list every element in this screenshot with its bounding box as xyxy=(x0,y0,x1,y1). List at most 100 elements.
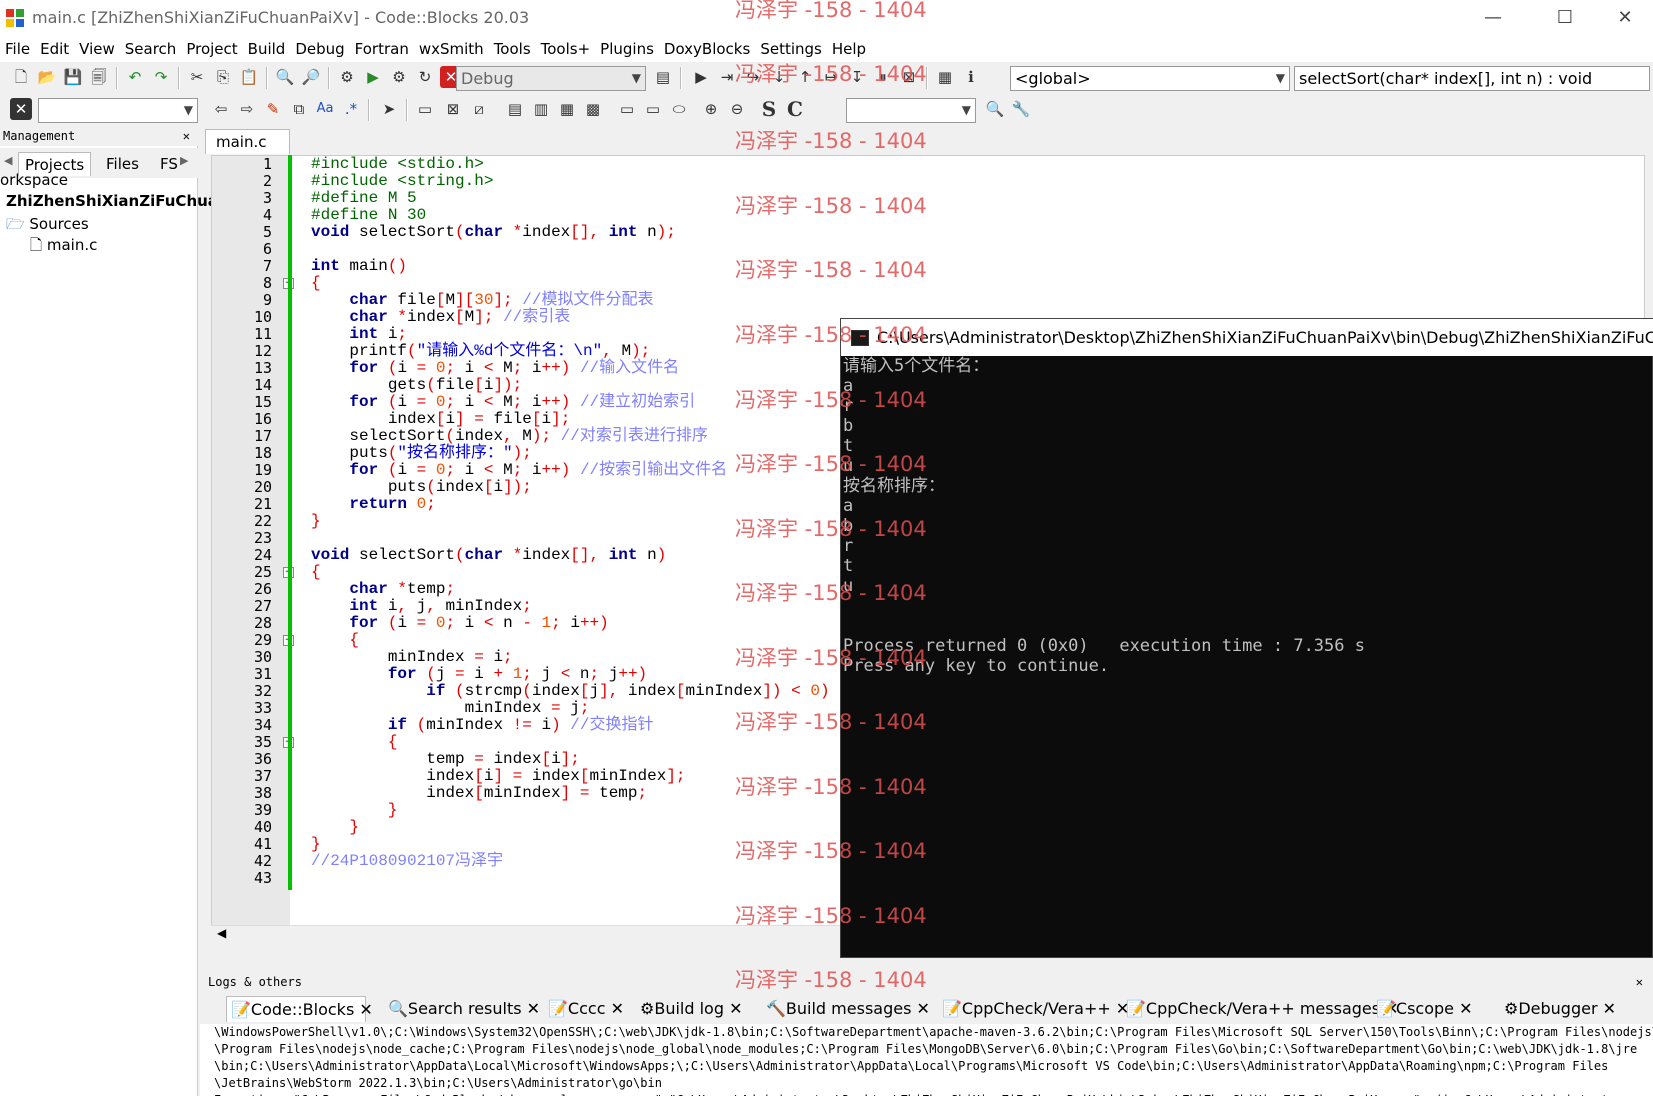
code-line[interactable]: int i, j, minIndex; xyxy=(311,598,531,615)
tab-files[interactable]: Files xyxy=(100,152,145,176)
menu-edit[interactable]: Edit xyxy=(35,36,74,62)
menu-tools[interactable]: Tools xyxy=(489,36,536,62)
undo-icon[interactable]: ↶ xyxy=(124,66,146,88)
close-window-button[interactable]: ✕ xyxy=(1602,0,1648,36)
pointer-icon[interactable]: ➤ xyxy=(378,98,400,120)
build-gear-icon[interactable]: ⚙ xyxy=(336,66,358,88)
build-target-menu-icon[interactable]: ▤ xyxy=(652,66,674,88)
jump-back-icon[interactable]: ⇦ xyxy=(210,98,232,120)
redo-icon[interactable]: ↷ xyxy=(150,66,172,88)
code-line[interactable]: int i; xyxy=(311,326,407,343)
log-tab-debugger[interactable]: ⚙Debugger ✕ xyxy=(1500,996,1616,1022)
open-file-icon[interactable]: 📂 xyxy=(36,66,58,88)
menu-wxsmith[interactable]: wxSmith xyxy=(414,36,489,62)
strukto-c-icon[interactable]: C xyxy=(784,98,806,120)
code-line[interactable]: if (strcmp(index[j], index[minIndex]) < … xyxy=(311,683,829,700)
decision-block-icon[interactable]: ⊠ xyxy=(442,98,464,120)
maximize-button[interactable]: ☐ xyxy=(1542,0,1588,36)
build-and-run-icon[interactable]: ⚙ xyxy=(388,66,410,88)
strukto-s-icon[interactable]: S xyxy=(758,98,780,120)
menu-project[interactable]: Project xyxy=(181,36,242,62)
code-line[interactable]: puts("按名称排序："); xyxy=(311,445,531,462)
menu-plugins[interactable]: Plugins xyxy=(595,36,659,62)
build-target-select[interactable]: Debug ▼ xyxy=(456,66,646,91)
code-line[interactable]: } xyxy=(311,819,359,836)
minimize-button[interactable]: — xyxy=(1470,0,1516,36)
toggle-bookmark-icon[interactable]: ⧉ xyxy=(288,98,310,120)
log-tab-cppcheck-messages[interactable]: 📝CppCheck/Vera++ messages ✕ xyxy=(1122,996,1399,1022)
scope-select[interactable]: <global> ▼ xyxy=(1010,66,1290,91)
match-case-icon[interactable]: Aa xyxy=(314,98,336,120)
search-settings-icon[interactable]: 🔍 xyxy=(984,98,1006,120)
code-line[interactable]: for (i = 0; i < M; i++) //建立初始索引 xyxy=(311,394,695,411)
code-line[interactable]: printf("请输入%d个文件名：\n", M); xyxy=(311,343,650,360)
code-line[interactable]: for (i = 0; i < M; i++) //按索引输出文件名 xyxy=(311,462,727,479)
highlight-icon[interactable]: ✎ xyxy=(262,98,284,120)
code-line[interactable]: index[i] = file[i]; xyxy=(311,411,571,428)
find-icon[interactable]: 🔍 xyxy=(274,66,296,88)
io-block-icon[interactable]: ⧄ xyxy=(468,98,490,120)
code-line[interactable]: //24P1080902107冯泽宇 xyxy=(311,853,503,870)
log-tab-build-log[interactable]: ⚙Build log ✕ xyxy=(636,996,742,1022)
search-combo[interactable]: ▼ xyxy=(38,98,198,123)
code-line[interactable]: index[minIndex] = temp; xyxy=(311,785,647,802)
regex-icon[interactable]: .* xyxy=(340,98,362,120)
zoom-in-icon[interactable]: ⊕ xyxy=(700,98,722,120)
code-line[interactable]: char *temp; xyxy=(311,581,455,598)
scroll-left-icon[interactable]: ◀ xyxy=(217,926,226,940)
code-line[interactable]: } xyxy=(311,802,398,819)
code-line[interactable]: index[i] = index[minIndex]; xyxy=(311,768,685,785)
new-file-icon[interactable]: 🗋 xyxy=(10,66,32,88)
copy-icon[interactable]: ⎘ xyxy=(212,66,234,88)
strukto-combo[interactable]: ▼ xyxy=(846,98,976,123)
replace-icon[interactable]: 🔎 xyxy=(300,66,322,88)
code-line[interactable]: #define M 5 xyxy=(311,190,417,207)
debug-info-icon[interactable]: ℹ xyxy=(960,66,982,88)
code-line[interactable]: { xyxy=(311,564,321,581)
repeat-block-icon[interactable]: ▩ xyxy=(582,98,604,120)
menu-build[interactable]: Build xyxy=(243,36,291,62)
log-tab-cccc[interactable]: 📝Cccc ✕ xyxy=(544,996,624,1022)
code-line[interactable]: for (i = 0; i < M; i++) //输入文件名 xyxy=(311,360,679,377)
debug-windows-icon[interactable]: ▦ xyxy=(934,66,956,88)
log-tab-search-results[interactable]: 🔍Search results ✕ xyxy=(384,996,540,1022)
menu-view[interactable]: View xyxy=(74,36,120,62)
code-line[interactable]: } xyxy=(311,836,321,853)
switch-block-icon[interactable]: ▥ xyxy=(530,98,552,120)
save-all-icon[interactable]: 🗐 xyxy=(88,66,110,88)
tab-scroll-left-icon[interactable]: ◀ xyxy=(4,154,12,167)
code-line[interactable]: char *index[M]; //索引表 xyxy=(311,309,570,326)
code-line[interactable]: { xyxy=(311,734,398,751)
tree-file-main[interactable]: 🗋 main.c xyxy=(30,235,97,260)
code-line[interactable]: for (j = i + 1; j < n; j++) xyxy=(311,666,647,683)
log-tab-cscope[interactable]: 📝Cscope ✕ xyxy=(1372,996,1473,1022)
code-line[interactable]: selectSort(index, M); //对索引表进行排序 xyxy=(311,428,707,445)
case-block-icon[interactable]: ▦ xyxy=(556,98,578,120)
code-line[interactable]: char file[M][30]; //模拟文件分配表 xyxy=(311,292,653,309)
code-line[interactable]: #define N 30 xyxy=(311,207,426,224)
log-tab-cppcheck[interactable]: 📝CppCheck/Vera++ ✕ xyxy=(938,996,1129,1022)
code-line[interactable]: #include <string.h> xyxy=(311,173,493,190)
close-panel-icon[interactable]: ✕ xyxy=(183,126,190,146)
paste-icon[interactable]: 📋 xyxy=(238,66,260,88)
function-select[interactable]: selectSort(char* index[], int n) : void xyxy=(1294,66,1650,91)
log-tab-codeblocks[interactable]: 📝Code::Blocks ✕ xyxy=(226,996,373,1022)
shape-a-icon[interactable]: ▭ xyxy=(616,98,638,120)
tree-project[interactable]: ZhiZhenShiXianZiFuChua xyxy=(6,192,218,210)
code-line[interactable]: temp = index[i]; xyxy=(311,751,580,768)
code-line[interactable]: #include <stdio.h> xyxy=(311,156,484,173)
code-line[interactable]: for (i = 0; i < n - 1; i++) xyxy=(311,615,608,632)
rect-block-icon[interactable]: ▭ xyxy=(414,98,436,120)
code-line[interactable]: return 0; xyxy=(311,496,435,513)
code-line[interactable]: void selectSort(char *index[], int n); xyxy=(311,224,676,241)
menu-search[interactable]: Search xyxy=(120,36,182,62)
run-icon[interactable]: ▶ xyxy=(362,66,384,88)
debug-continue-icon[interactable]: ▶ xyxy=(690,66,712,88)
editor-tab-main[interactable]: main.c ✕ xyxy=(205,129,290,175)
shape-b-icon[interactable]: ▭ xyxy=(642,98,664,120)
code-line[interactable]: minIndex = j; xyxy=(311,700,590,717)
close-logs-icon[interactable]: ✕ xyxy=(1636,972,1643,992)
clear-search-icon[interactable]: ✕ xyxy=(10,98,32,120)
jump-forward-icon[interactable]: ⇨ xyxy=(236,98,258,120)
code-line[interactable]: if (minIndex != i) //交换指针 xyxy=(311,717,654,734)
